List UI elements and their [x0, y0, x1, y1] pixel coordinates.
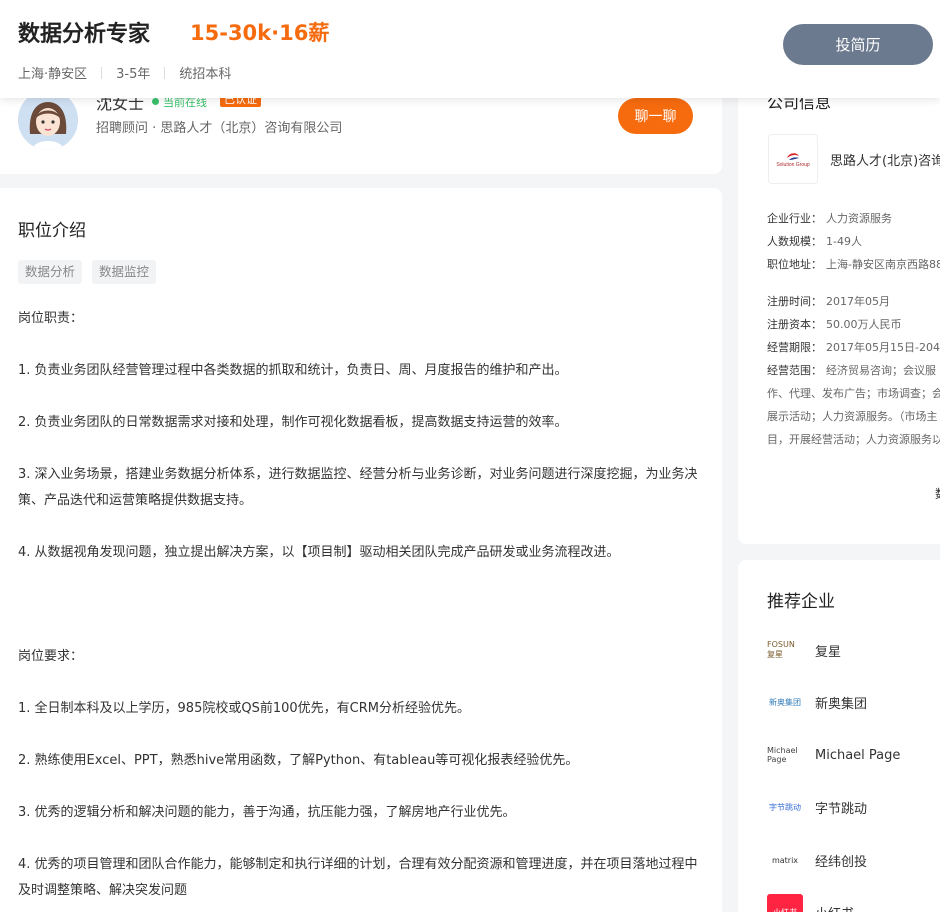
info-term: 经营期限：2017年05月15日-2047年 — [767, 341, 940, 354]
recruiter-subtitle: 招聘顾问 · 思路人才（北京）咨询有限公司 — [96, 121, 343, 136]
online-status-dot — [152, 98, 159, 105]
duty-item: 3. 深入业务场景，搭建业务数据分析体系，进行数据监控、经营分析与业务诊断，对业… — [18, 467, 698, 508]
company-logo[interactable]: Solution Group — [768, 134, 818, 184]
solution-group-logo-icon — [787, 153, 799, 160]
recommended-company-item[interactable]: FOSUN 复星 复星 — [767, 632, 841, 668]
avatar-illustration — [18, 90, 78, 150]
info-business-scope: 经营范围： 经济贸易咨询；会议服 作、代理、发布广告；市场调查；会 展示活动；人力… — [767, 364, 940, 446]
duties-heading: 岗位职责： — [18, 311, 84, 326]
requirements-heading: 岗位要求： — [18, 649, 84, 664]
section-title: 职位介绍 — [18, 221, 86, 241]
recruiter-avatar[interactable] — [18, 90, 78, 150]
recommended-company-name: 经纬创投 — [815, 854, 868, 870]
recommended-company-logo: Michael Page — [767, 746, 798, 764]
recommended-company-logo: 字节跳动 — [769, 802, 801, 812]
recommended-company-name: 小红书 — [815, 903, 854, 912]
meta-divider — [101, 66, 103, 79]
job-meta: 上海·静安区 3-5年 统招本科 — [18, 63, 231, 82]
company-info-list: 企业行业： 人力资源服务 人数规模： 1-49人 职位地址： 上海-静安区南京西路88… — [767, 207, 940, 451]
info-size: 人数规模： 1-49人 — [767, 235, 862, 248]
recommended-company-name: 字节跳动 — [815, 801, 868, 817]
job-location: 上海·静安区 — [18, 67, 88, 82]
requirement-item: 1. 全日制本科及以上学历，985院校或QS前100优先，有CRM分析经验优先。 — [18, 701, 470, 716]
recommended-company-name: 新奥集团 — [815, 696, 868, 712]
requirement-item: 3. 优秀的逻辑分析和解决问题的能力，善于沟通，抗压能力强，了解房地产行业优先。 — [18, 805, 516, 820]
job-description-card: 职位介绍 数据分析 数据监控 岗位职责： 1. 负责业务团队经营管理过程中各类数… — [0, 188, 722, 912]
company-logo-text: Solution Group — [776, 162, 810, 168]
info-address: 职位地址： 上海-静安区南京西路888 — [767, 258, 940, 271]
job-experience: 3-5年 — [116, 67, 151, 82]
job-description: 岗位职责： 1. 负责业务团队经营管理过程中各类数据的抓取和统计，负责日、周、月… — [18, 306, 698, 904]
recommended-company-item[interactable]: 字节跳动 字节跳动 — [767, 789, 867, 825]
company-name[interactable]: 思路人才(北京)咨询 — [830, 150, 940, 169]
recommend-title: 推荐企业 — [767, 592, 835, 612]
duty-item: 4. 从数据视角发现问题，独立提出解决方案，以【项目制】驱动相关团队完成产品研发… — [18, 545, 620, 560]
recommended-company-item[interactable]: matrix 经纬创投 — [767, 842, 867, 878]
recommended-company-name: 复星 — [815, 644, 842, 660]
recommended-company-logo: matrix — [771, 855, 799, 865]
job-tags: 数据分析 数据监控 — [18, 260, 157, 284]
recommended-company-name: Michael Page — [815, 747, 901, 763]
info-industry: 企业行业： 人力资源服务 — [767, 212, 892, 225]
job-education: 统招本科 — [179, 67, 232, 82]
recommended-company-logo: FOSUN 复星 — [767, 640, 795, 659]
info-registered-date: 注册时间： 2017年05月 — [767, 295, 890, 308]
job-header: 数据分析专家 15-30k·16薪 上海·静安区 3-5年 统招本科 投简历 — [0, 0, 940, 98]
company-more-link[interactable]: 数 — [935, 485, 940, 502]
recommended-company-item[interactable]: Michael Page Michael Page — [767, 737, 900, 773]
apply-resume-button[interactable]: 投简历 — [783, 24, 933, 65]
meta-divider — [164, 66, 166, 79]
info-registered-capital: 注册资本： 50.00万人民币 — [767, 318, 902, 331]
chat-button[interactable]: 聊一聊 — [618, 98, 693, 134]
recommended-company-logo: 小红书 — [767, 894, 803, 912]
recommended-company-item[interactable]: 小红书小红书 — [767, 894, 854, 912]
requirement-item: 2. 熟练使用Excel、PPT，熟悉hive常用函数，了解Python、有ta… — [18, 753, 579, 768]
recommended-company-item[interactable]: 新奥集团 新奥集团 — [767, 684, 867, 720]
duty-item: 1. 负责业务团队经营管理过程中各类数据的抓取和统计，负责日、周、月度报告的维护… — [18, 363, 568, 378]
job-tag[interactable]: 数据监控 — [92, 260, 157, 284]
salary: 15-30k·16薪 — [190, 21, 330, 45]
company-info-card: 公司信息 Solution Group 思路人才(北京)咨询 企业行业： 人力资源… — [738, 70, 940, 544]
recommended-companies-card: 推荐企业 FOSUN 复星 复星 新奥集团 新奥集团 Michael Page Micha… — [738, 560, 940, 912]
requirement-item: 4. 优秀的项目管理和团队合作能力，能够制定和执行详细的计划，合理有效分配资源和… — [18, 857, 698, 898]
duty-item: 2. 负责业务团队的日常数据需求对接和处理，制作可视化数据看板，提高数据支持运营… — [18, 415, 568, 430]
job-tag[interactable]: 数据分析 — [18, 260, 83, 284]
job-title: 数据分析专家 — [18, 22, 151, 47]
recommended-company-logo: 新奥集团 — [769, 697, 801, 707]
